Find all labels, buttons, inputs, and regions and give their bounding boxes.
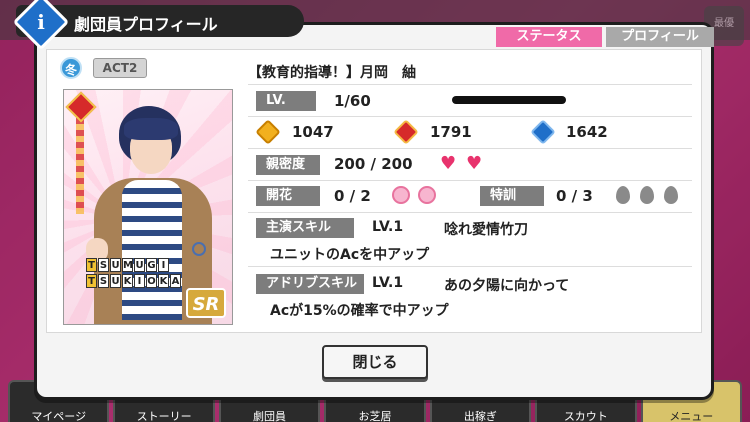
adlib-skill-level: LV.1 <box>372 275 404 291</box>
name-letter: K <box>122 274 133 288</box>
name-letter: S <box>98 274 109 288</box>
divider <box>248 84 692 85</box>
character-title: 【教育的指導！】月岡 紬 <box>248 65 416 81</box>
experience-bar <box>452 96 566 104</box>
adlib-skill-description: Acが15%の確率で中アップ <box>270 303 449 319</box>
name-letter: U <box>110 274 121 288</box>
divider <box>248 180 692 181</box>
name-letter: U <box>134 258 145 272</box>
flame-icon <box>616 186 630 204</box>
name-letter: S <box>98 258 109 272</box>
lead-skill-level: LV.1 <box>372 219 404 235</box>
name-line-first: T S U M U G I <box>86 258 210 272</box>
dialog-tabs: ステータス プロフィール <box>496 27 714 47</box>
name-letter: M <box>122 258 133 272</box>
training-value: 0 / 3 <box>556 187 593 205</box>
attribute-stripe <box>76 118 84 214</box>
adlib-skill-label: アドリブスキル <box>256 274 364 294</box>
divider <box>248 116 692 117</box>
technique-value: 1642 <box>566 123 608 141</box>
flower-icon <box>418 186 436 204</box>
name-letter: G <box>146 258 157 272</box>
name-letter: O <box>146 274 157 288</box>
tab-status[interactable]: ステータス <box>496 27 602 47</box>
character-shirt <box>122 180 182 320</box>
card-name-plate: T S U M U G I T S U K I O K A <box>86 258 210 290</box>
lead-skill-label: 主演スキル <box>256 218 354 238</box>
lead-skill-description: ユニットのAcを中アップ <box>270 247 430 263</box>
name-letter: K <box>158 274 169 288</box>
bloom-label: 開花 <box>256 186 320 206</box>
level-label: LV. <box>256 91 316 111</box>
lead-skill-name: 唸れ愛情竹刀 <box>444 222 528 238</box>
divider <box>248 212 692 213</box>
character-card-image: T S U M U G I T S U K I O K A SR <box>63 89 233 325</box>
flame-icon <box>640 186 654 204</box>
performance-value: 1047 <box>292 123 334 141</box>
name-letter: T <box>86 258 97 272</box>
passion-value: 1791 <box>430 123 472 141</box>
name-letter: I <box>134 274 145 288</box>
divider <box>248 148 692 149</box>
name-letter: I <box>158 258 169 272</box>
level-value: 1/60 <box>334 92 371 110</box>
heart-icon: ♥ <box>466 153 483 174</box>
flower-icon <box>392 186 410 204</box>
name-letter: T <box>86 274 97 288</box>
intimacy-label: 親密度 <box>256 155 320 175</box>
close-button[interactable]: 閉じる <box>322 345 428 379</box>
flame-icon <box>664 186 678 204</box>
heart-icon: ♥ <box>440 153 457 174</box>
name-letter: A <box>170 274 181 288</box>
tab-profile[interactable]: プロフィール <box>606 27 714 47</box>
name-line-last: T S U K I O K A <box>86 274 210 288</box>
rarity-badge: SR <box>186 288 226 318</box>
divider <box>248 266 692 267</box>
act-badge: ACT2 <box>93 58 147 78</box>
intimacy-value: 200 / 200 <box>334 155 413 173</box>
season-badge: 冬 <box>60 57 82 79</box>
bloom-value: 0 / 2 <box>334 187 371 205</box>
character-bangs <box>124 118 178 140</box>
emblem-icon <box>192 242 206 256</box>
training-label: 特訓 <box>480 186 544 206</box>
adlib-skill-name: あの夕陽に向かって <box>444 278 570 294</box>
name-letter: U <box>110 258 121 272</box>
